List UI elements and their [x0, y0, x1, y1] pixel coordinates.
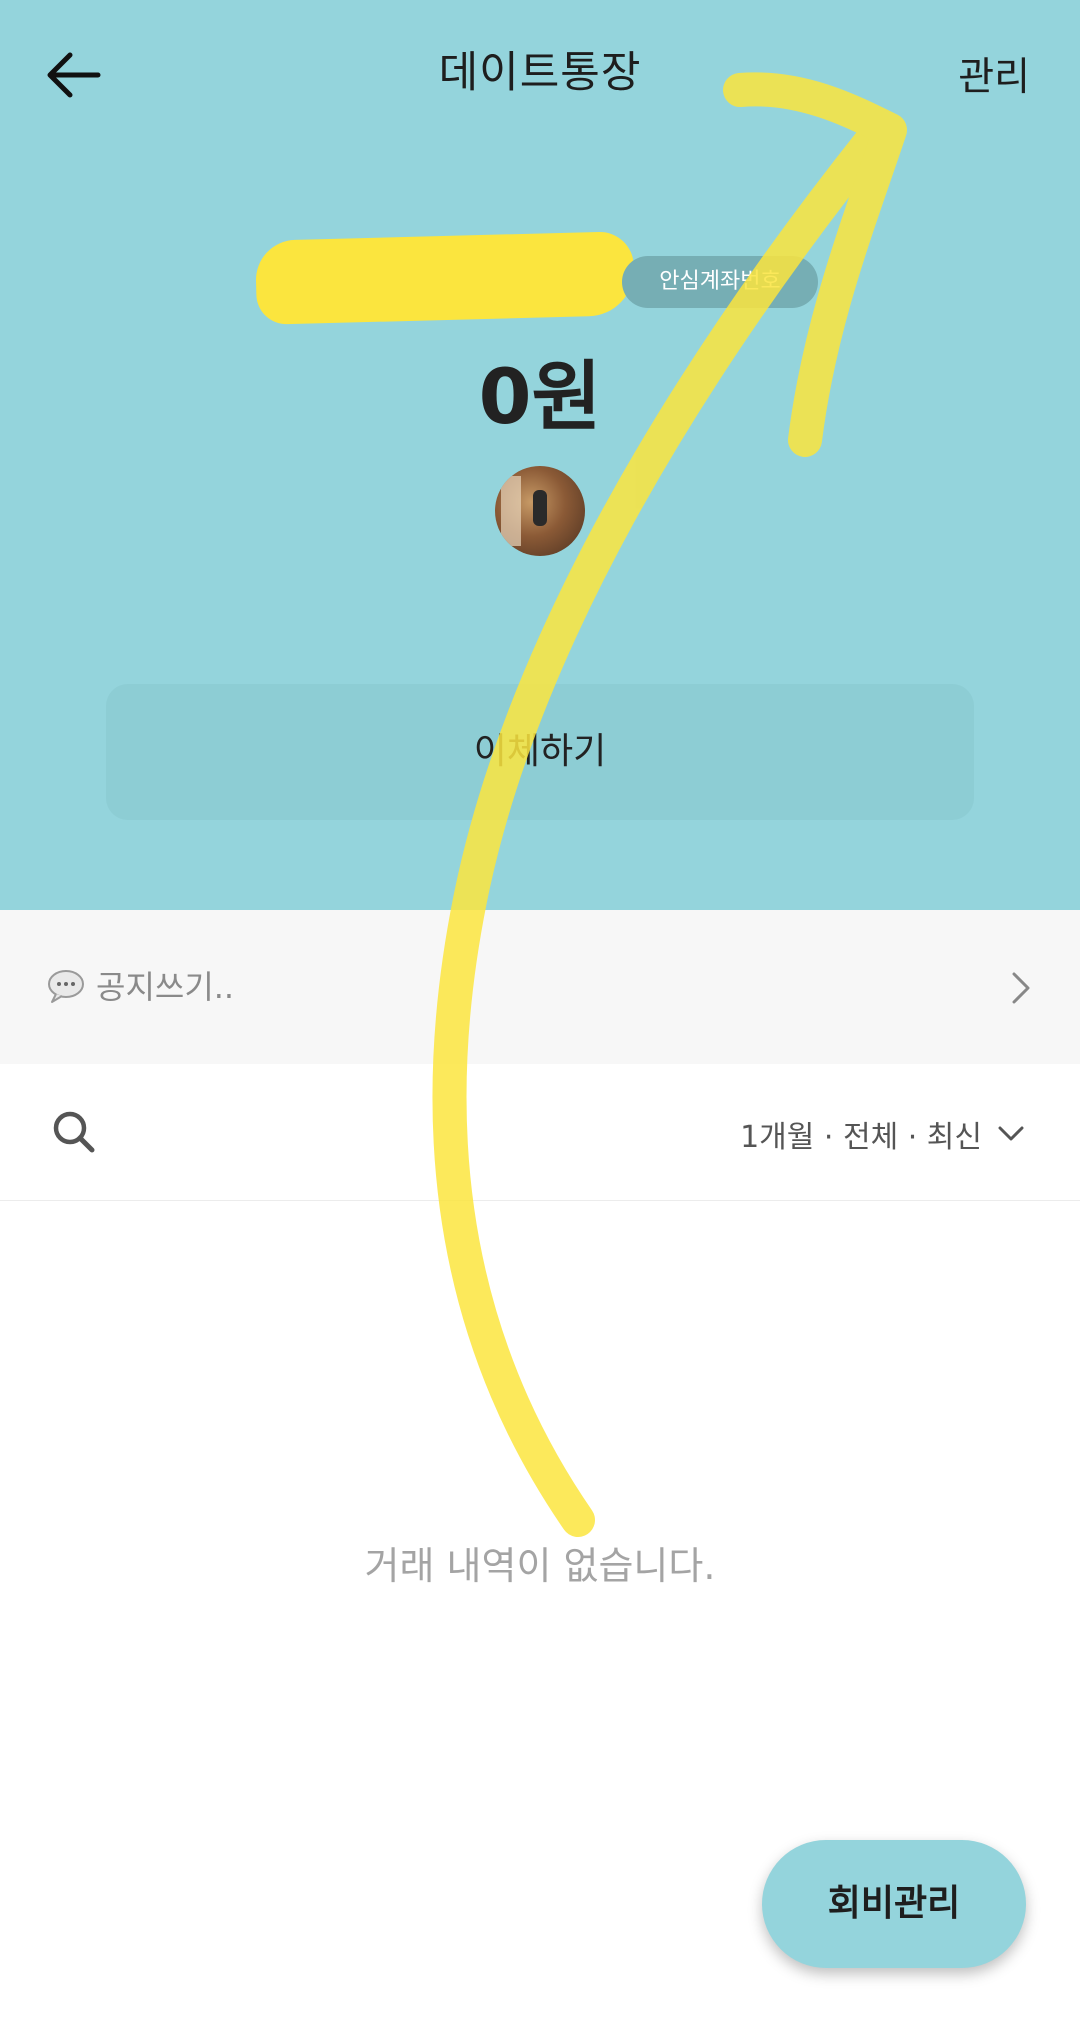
avatar-photo-figure — [533, 490, 547, 526]
period-filter-dropdown[interactable]: 1개월 · 전체 · 최신 — [740, 1112, 1026, 1156]
membership-fee-button[interactable]: 회비관리 — [762, 1840, 1026, 1968]
filter-row: 1개월 · 전체 · 최신 — [0, 1064, 1080, 1201]
notice-bar[interactable]: 공지쓰기.. — [0, 910, 1080, 1064]
member-avatar[interactable] — [495, 466, 585, 556]
search-icon[interactable] — [50, 1108, 98, 1156]
notice-placeholder: 공지쓰기.. — [96, 968, 235, 1006]
transfer-button[interactable]: 이체하기 — [106, 684, 974, 820]
balance-amount: 0원 — [478, 352, 602, 441]
chevron-right-icon — [1012, 972, 1030, 1004]
filter-label: 1개월 · 전체 · 최신 — [740, 1120, 982, 1155]
page-title: 데이트통장 — [438, 48, 642, 98]
account-header: 데이트통장 관리 안심계좌번호 0원 이체하기 — [0, 0, 1080, 910]
empty-transactions-message: 거래 내역이 없습니다. — [364, 1544, 716, 1588]
account-number-redacted — [254, 231, 636, 325]
chevron-down-icon — [998, 1126, 1024, 1141]
speech-bubble-icon — [48, 970, 84, 1003]
avatar-photo-detail — [501, 476, 521, 546]
manage-button[interactable]: 관리 — [958, 46, 1030, 102]
account-number-row: 안심계좌번호 — [0, 231, 1080, 325]
safe-account-badge[interactable]: 안심계좌번호 — [622, 256, 818, 308]
